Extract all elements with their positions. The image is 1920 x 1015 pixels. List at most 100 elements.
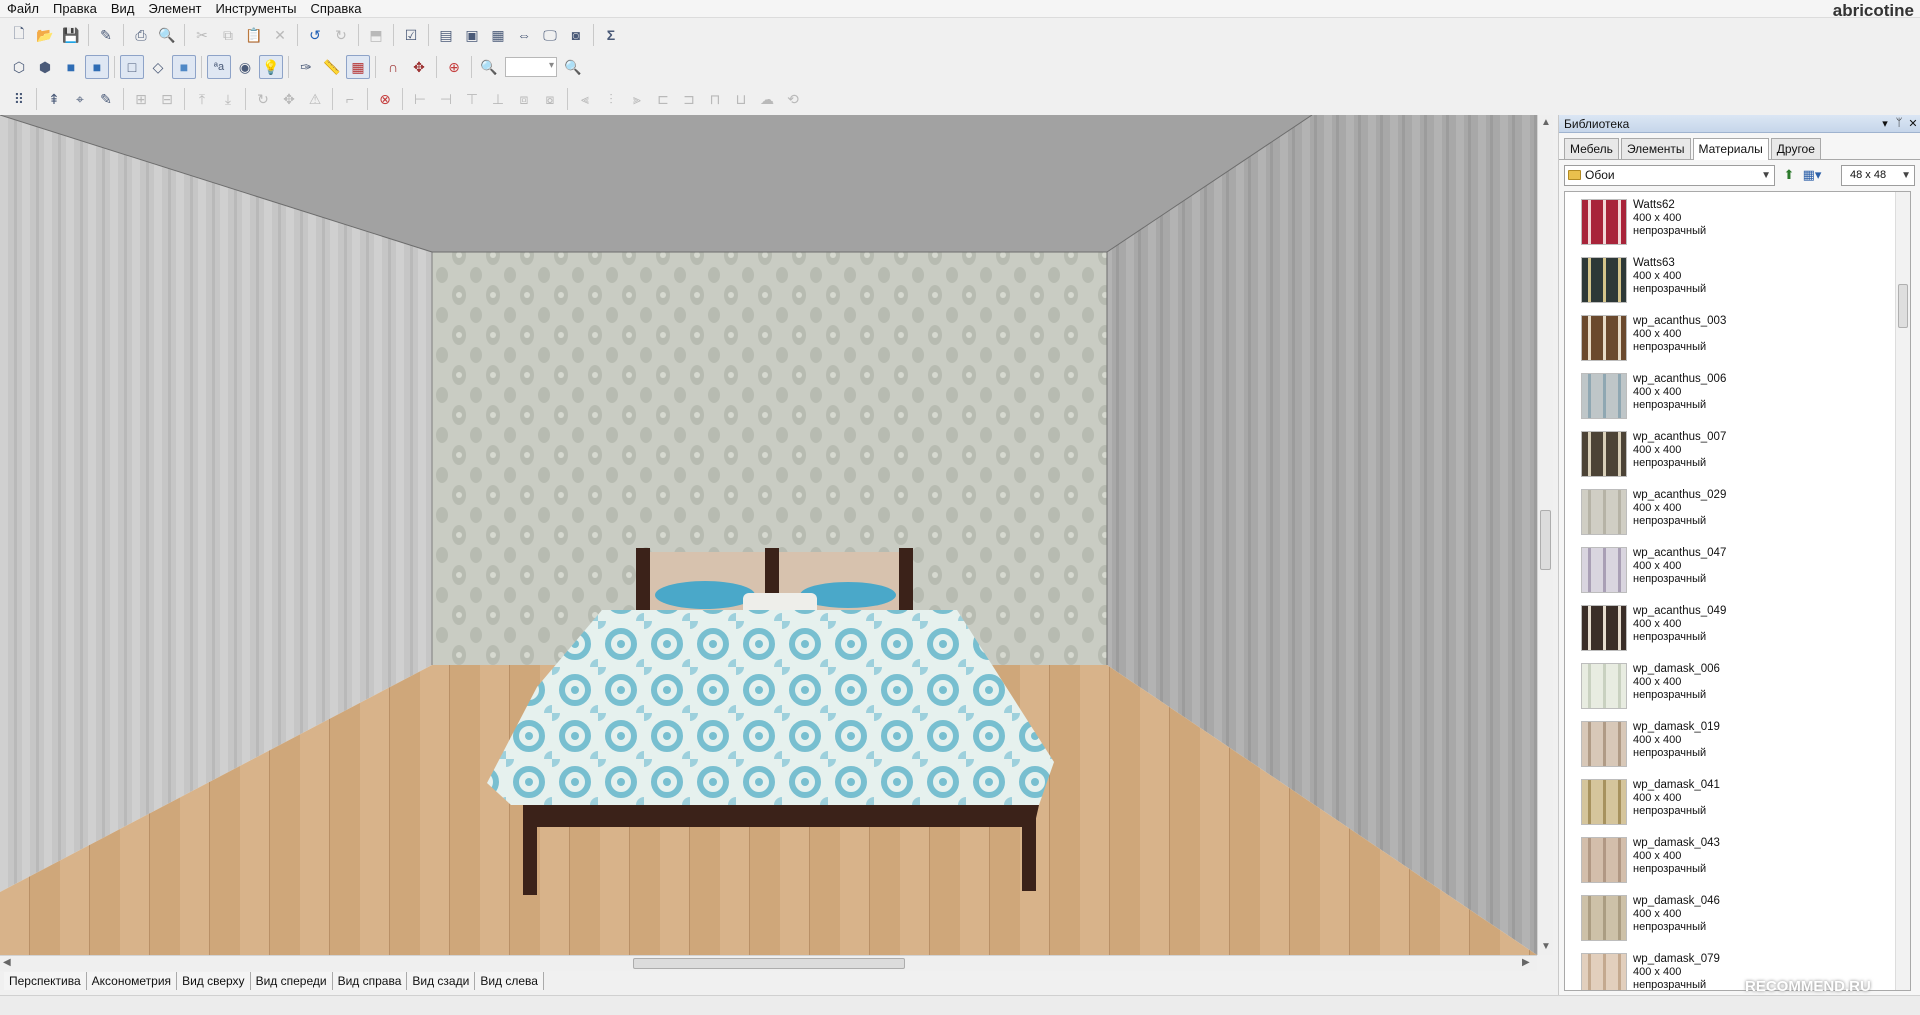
list-item[interactable]: wp_acanthus_049 400 x 400 непрозрачный xyxy=(1565,598,1910,656)
menu-help[interactable]: Справка xyxy=(304,0,369,18)
folder-select[interactable]: Обои ▼ xyxy=(1564,164,1775,186)
tab-left-view[interactable]: Вид слева xyxy=(475,972,544,990)
folder-up-icon[interactable]: ⬆ xyxy=(1780,166,1798,184)
zoom-in-icon[interactable]: 🔍 xyxy=(561,55,585,79)
vertical-scroll-thumb[interactable] xyxy=(1540,510,1551,570)
viewport-horizontal-scrollbar[interactable]: ◀ ▶ xyxy=(0,955,1537,971)
copy-icon[interactable]: ⧉ xyxy=(216,23,240,47)
align-edge-right-icon[interactable]: ⫸ xyxy=(625,87,649,111)
preferences-icon[interactable]: ☑ xyxy=(399,23,423,47)
box-solid-icon[interactable]: ■ xyxy=(59,55,83,79)
list-item[interactable]: wp_acanthus_047 400 x 400 непрозрачный xyxy=(1565,540,1910,598)
tab-right-view[interactable]: Вид справа xyxy=(332,972,408,990)
screen-icon[interactable]: 🖵 xyxy=(538,23,562,47)
room-wire-icon[interactable]: ◇ xyxy=(146,55,170,79)
group-icon[interactable]: ⊞ xyxy=(129,87,153,111)
close-icon[interactable]: ✕ xyxy=(1906,117,1920,130)
tab-front-view[interactable]: Вид спереди xyxy=(250,972,333,990)
dimension-icon[interactable]: ⇔ xyxy=(512,23,536,47)
camera-icon[interactable]: ◙ xyxy=(564,23,588,47)
cut-icon[interactable]: ✂ xyxy=(190,23,214,47)
library-scroll-thumb[interactable] xyxy=(1898,284,1908,328)
tab-top-view[interactable]: Вид сверху xyxy=(177,972,251,990)
tab-perspective[interactable]: Перспектива xyxy=(4,972,87,990)
chart-icon[interactable]: ⊓ xyxy=(703,87,727,111)
plan-icon[interactable]: ▤ xyxy=(434,23,458,47)
distribute-h-icon[interactable]: ⧈ xyxy=(512,87,536,111)
draw-icon[interactable]: ✎ xyxy=(94,87,118,111)
thumb-size-select[interactable]: 48 x 48 ▼ xyxy=(1841,164,1915,186)
wall-view-icon[interactable]: ⬡ xyxy=(7,55,31,79)
scroll-up-icon[interactable]: ▲ xyxy=(1541,117,1551,128)
print-icon[interactable]: ⎙ xyxy=(129,23,153,47)
align-left-icon[interactable]: ⊢ xyxy=(408,87,432,111)
delete-icon[interactable]: ✕ xyxy=(268,23,292,47)
texture-icon[interactable]: ◉ xyxy=(233,55,257,79)
cloud-icon[interactable]: ☁ xyxy=(755,87,779,111)
redo-icon[interactable]: ↻ xyxy=(329,23,353,47)
scroll-right-icon[interactable]: ▶ xyxy=(1522,957,1530,968)
tab-materials[interactable]: Материалы xyxy=(1692,138,1769,160)
raise-icon[interactable]: ⤒ xyxy=(190,87,214,111)
plan-options-icon[interactable]: ▦ xyxy=(486,23,510,47)
menu-edit[interactable]: Правка xyxy=(46,0,104,18)
import-furniture-icon[interactable]: ⬒ xyxy=(364,23,388,47)
align-bottom-icon[interactable]: ⊥ xyxy=(486,87,510,111)
list-item[interactable]: wp_damask_019 400 x 400 непрозрачный xyxy=(1565,714,1910,772)
print-preview-icon[interactable]: 🔍 xyxy=(155,23,179,47)
snap-icon[interactable]: ✥ xyxy=(407,55,431,79)
list-item[interactable]: wp_acanthus_007 400 x 400 непрозрачный xyxy=(1565,424,1910,482)
magnet-icon[interactable]: ∩ xyxy=(381,55,405,79)
viewport-vertical-scrollbar[interactable]: ▲ ▼ xyxy=(1537,115,1553,955)
list-item[interactable]: wp_damask_006 400 x 400 непрозрачный xyxy=(1565,656,1910,714)
zoom-out-icon[interactable]: 🔍 xyxy=(477,55,501,79)
tab-axonometry[interactable]: Аксонометрия xyxy=(86,972,178,990)
reset-icon[interactable]: ⟲ xyxy=(781,87,805,111)
tab-furniture[interactable]: Мебель xyxy=(1564,138,1619,159)
view-mode-icon[interactable]: ▦▾ xyxy=(1803,166,1822,184)
stack-icon[interactable]: ⊐ xyxy=(677,87,701,111)
box-outline-icon[interactable]: ⬢ xyxy=(33,55,57,79)
tab-other[interactable]: Другое xyxy=(1770,138,1821,159)
paste-icon[interactable]: 📋 xyxy=(242,23,266,47)
grid-icon[interactable]: ▦ xyxy=(346,55,370,79)
plan-zoom-icon[interactable]: ▣ xyxy=(460,23,484,47)
room-solid-icon[interactable]: ■ xyxy=(172,55,196,79)
undo-icon[interactable]: ↺ xyxy=(303,23,327,47)
list-item[interactable]: wp_acanthus_003 400 x 400 непрозрачный xyxy=(1565,308,1910,366)
open-folder-icon[interactable]: 📂 xyxy=(33,23,57,47)
list-item[interactable]: wp_damask_041 400 x 400 непрозрачный xyxy=(1565,772,1910,830)
list-item[interactable]: Watts63 400 x 400 непрозрачный xyxy=(1565,250,1910,308)
pen-icon[interactable]: ✑ xyxy=(294,55,318,79)
move-icon[interactable]: ✥ xyxy=(277,87,301,111)
menu-file[interactable]: Файл xyxy=(0,0,46,18)
lifebuoy-icon[interactable]: ⊗ xyxy=(373,87,397,111)
arrange-icon[interactable]: ⊔ xyxy=(729,87,753,111)
zoom-select[interactable] xyxy=(505,57,557,77)
scroll-left-icon[interactable]: ◀ xyxy=(3,957,11,968)
align-top-icon[interactable]: ⊤ xyxy=(460,87,484,111)
scroll-down-icon[interactable]: ▼ xyxy=(1541,941,1551,952)
text-labels-icon[interactable]: ªa xyxy=(207,55,231,79)
target-icon[interactable]: ⊕ xyxy=(442,55,466,79)
sum-icon[interactable]: Σ xyxy=(599,23,623,47)
menu-view[interactable]: Вид xyxy=(104,0,142,18)
tab-elements[interactable]: Элементы xyxy=(1620,138,1691,159)
align-side-icon[interactable]: ⊏ xyxy=(651,87,675,111)
menu-tools[interactable]: Инструменты xyxy=(208,0,303,18)
align-edge-left-icon[interactable]: ⫷ xyxy=(573,87,597,111)
level-icon[interactable]: ⇞ xyxy=(42,87,66,111)
select-grid-icon[interactable]: ⠿ xyxy=(7,87,31,111)
new-file-icon[interactable]: 🗋 xyxy=(7,23,31,47)
pointer-icon[interactable]: ⌖ xyxy=(68,87,92,111)
library-scrollbar[interactable] xyxy=(1895,192,1910,990)
lower-icon[interactable]: ⤓ xyxy=(216,87,240,111)
align-edge-center-icon[interactable]: ⫶ xyxy=(599,87,623,111)
room-outline-icon[interactable]: □ xyxy=(120,55,144,79)
list-item[interactable]: wp_damask_046 400 x 400 непрозрачный xyxy=(1565,888,1910,946)
menu-element[interactable]: Элемент xyxy=(141,0,208,18)
flip-icon[interactable]: ⚠ xyxy=(303,87,327,111)
paint-icon[interactable]: ⌐ xyxy=(338,87,362,111)
panel-menu-icon[interactable]: ▾ xyxy=(1878,117,1892,130)
horizontal-scroll-thumb[interactable] xyxy=(633,958,905,969)
